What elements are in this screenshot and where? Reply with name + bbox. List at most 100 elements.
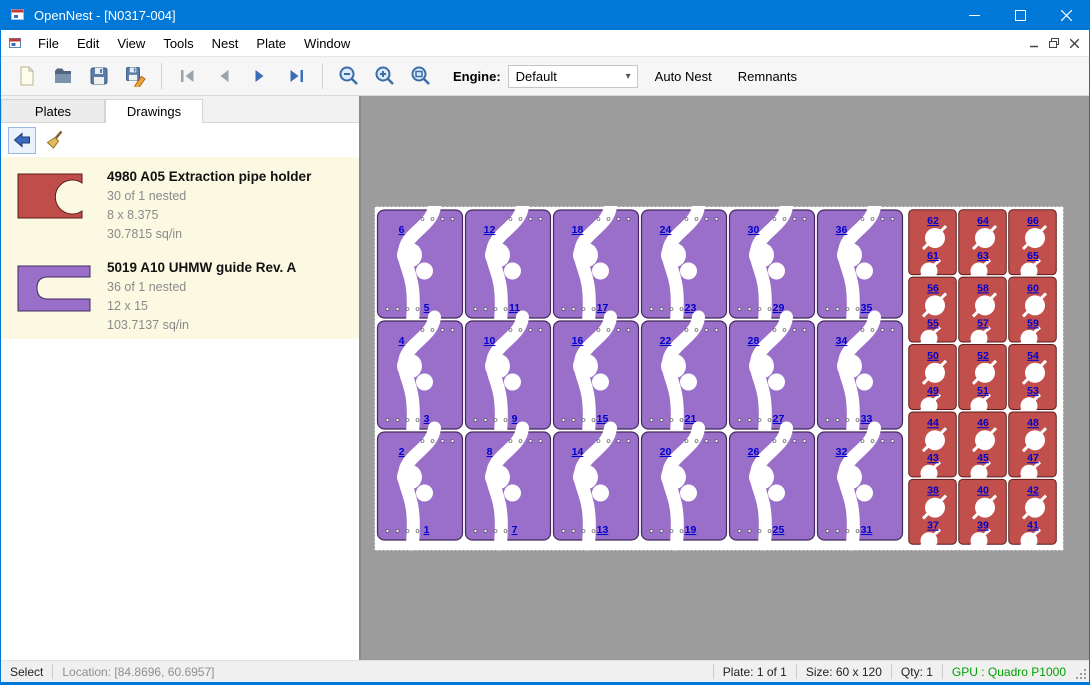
zoom-in-button[interactable]	[367, 60, 403, 92]
part-number: 37	[927, 520, 939, 532]
close-icon	[1061, 10, 1072, 21]
mdi-close-button[interactable]	[1064, 33, 1084, 53]
last-icon	[285, 65, 307, 87]
nested-part-pair[interactable]: 4241	[1009, 479, 1057, 549]
open-button[interactable]	[45, 60, 81, 92]
save-button[interactable]	[81, 60, 117, 92]
menu-tools[interactable]: Tools	[154, 31, 202, 56]
nested-part-pair[interactable]: 6261	[909, 210, 957, 280]
part-number: 30	[748, 224, 760, 236]
menu-view[interactable]: View	[108, 31, 154, 56]
mdi-minimize-button[interactable]	[1024, 33, 1044, 53]
nested-part-pair[interactable]: 2019	[642, 428, 727, 544]
nested-part-pair[interactable]: 2827	[730, 317, 815, 433]
nested-part-pair[interactable]: 87	[466, 428, 551, 544]
part-number: 34	[836, 335, 848, 347]
nested-part-pair[interactable]: 1615	[554, 317, 639, 433]
part-number: 63	[977, 250, 989, 262]
nested-part-pair[interactable]: 4645	[959, 412, 1007, 482]
menu-nest[interactable]: Nest	[203, 31, 248, 56]
menu-window[interactable]: Window	[295, 31, 359, 56]
close-button[interactable]	[1043, 0, 1089, 30]
part-number: 18	[572, 224, 584, 236]
maximize-icon	[1015, 10, 1026, 21]
status-qty: Qty: 1	[892, 665, 942, 679]
nested-part-pair[interactable]: 1413	[554, 428, 639, 544]
menu-edit[interactable]: Edit	[68, 31, 108, 56]
nested-part-pair[interactable]: 109	[466, 317, 551, 433]
minimize-button[interactable]	[951, 0, 997, 30]
nested-part-pair[interactable]: 5655	[909, 277, 957, 347]
part-shape-purple	[18, 266, 90, 311]
window-title: OpenNest - [N0317-004]	[34, 8, 176, 23]
zoom-out-icon	[337, 64, 361, 88]
part-shape-red	[18, 174, 82, 218]
part-number: 45	[977, 452, 989, 464]
zoom-fit-icon	[409, 64, 433, 88]
menu-plate[interactable]: Plate	[247, 31, 295, 56]
maximize-button[interactable]	[997, 0, 1043, 30]
part-number: 44	[927, 417, 939, 429]
nested-part-pair[interactable]: 6463	[959, 210, 1007, 280]
auto-nest-button[interactable]: Auto Nest	[646, 63, 721, 90]
part-number: 56	[927, 282, 939, 294]
previous-plate-button[interactable]	[206, 60, 242, 92]
nested-part-pair[interactable]: 4443	[909, 412, 957, 482]
nested-part-pair[interactable]: 43	[378, 317, 463, 433]
nested-part-pair[interactable]: 65	[378, 206, 463, 322]
nested-part-pair[interactable]: 2423	[642, 206, 727, 322]
part-thumbnail	[1, 253, 107, 335]
engine-select[interactable]: Default ▾	[508, 65, 638, 88]
nested-part-pair[interactable]: 2625	[730, 428, 815, 544]
nested-part-pair[interactable]: 21	[378, 428, 463, 544]
import-drawing-button[interactable]	[8, 127, 36, 154]
titlebar: OpenNest - [N0317-004]	[1, 0, 1089, 30]
nested-part-pair[interactable]: 5453	[1009, 345, 1057, 415]
next-plate-button[interactable]	[242, 60, 278, 92]
nest-canvas[interactable]: 6512111817242330293635431091615222128273…	[361, 96, 1089, 660]
first-plate-button[interactable]	[170, 60, 206, 92]
plate[interactable]: 6512111817242330293635431091615222128273…	[374, 206, 1064, 551]
nested-part-pair[interactable]: 6059	[1009, 277, 1057, 347]
nested-part-pair[interactable]: 3433	[818, 317, 903, 433]
nested-part-pair[interactable]: 4847	[1009, 412, 1057, 482]
part-number: 38	[927, 485, 939, 497]
mdi-restore-icon	[1049, 38, 1059, 48]
last-plate-button[interactable]	[278, 60, 314, 92]
nested-part-pair[interactable]: 4039	[959, 479, 1007, 549]
nested-part-pair[interactable]: 1211	[466, 206, 551, 322]
clear-drawings-button[interactable]	[41, 127, 69, 154]
nested-part-pair[interactable]: 1817	[554, 206, 639, 322]
part-number: 24	[660, 224, 672, 236]
menu-file[interactable]: File	[29, 31, 68, 56]
zoom-fit-button[interactable]	[403, 60, 439, 92]
remnants-button[interactable]: Remnants	[729, 63, 806, 90]
tab-plates[interactable]: Plates	[1, 99, 105, 122]
part-title: 5019 A10 UHMW guide Rev. A	[107, 260, 296, 275]
part-number: 65	[1027, 250, 1039, 262]
drawings-toolbar	[1, 123, 359, 157]
nested-part-pair[interactable]: 3029	[730, 206, 815, 322]
part-number: 52	[977, 350, 989, 362]
mdi-child-icon[interactable]	[8, 36, 23, 51]
save-as-button[interactable]	[117, 60, 153, 92]
zoom-out-button[interactable]	[331, 60, 367, 92]
part-number: 57	[977, 317, 989, 329]
nested-part-pair[interactable]: 6665	[1009, 210, 1057, 280]
tab-drawings[interactable]: Drawings	[105, 99, 203, 123]
nested-part-pair[interactable]: 2221	[642, 317, 727, 433]
nested-part-pair[interactable]: 5857	[959, 277, 1007, 347]
list-item[interactable]: 4980 A05 Extraction pipe holder 30 of 1 …	[1, 157, 359, 248]
nested-part-pair[interactable]: 5049	[909, 345, 957, 415]
toolbar-separator	[161, 63, 162, 89]
part-number: 60	[1027, 282, 1039, 294]
nested-part-pair[interactable]: 38 37	[909, 479, 957, 549]
nested-part-pair[interactable]: 3635	[818, 206, 903, 322]
minimize-icon	[969, 10, 980, 21]
list-item[interactable]: 5019 A10 UHMW guide Rev. A 36 of 1 neste…	[1, 248, 359, 339]
resize-grip[interactable]	[1075, 661, 1089, 682]
new-button[interactable]	[9, 60, 45, 92]
mdi-restore-button[interactable]	[1044, 33, 1064, 53]
nested-part-pair[interactable]: 5251	[959, 345, 1007, 415]
nested-part-pair[interactable]: 3231	[818, 428, 903, 544]
